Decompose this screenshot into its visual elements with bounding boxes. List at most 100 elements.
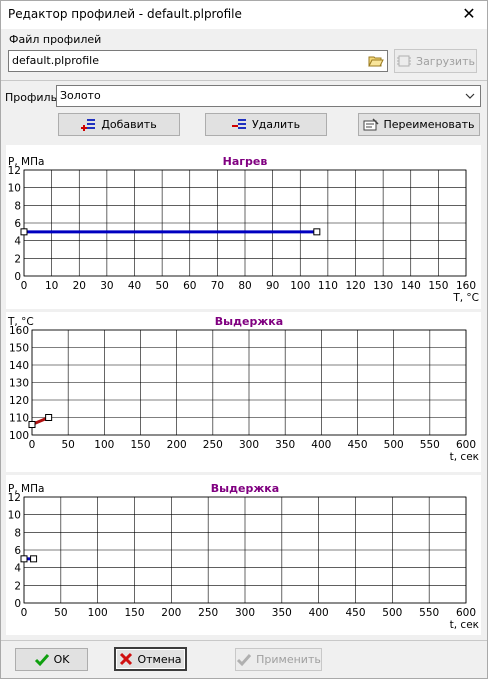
data-point-handle[interactable]	[20, 228, 28, 236]
x-tick-label: 30	[100, 280, 113, 292]
y-tick-label: 10	[8, 510, 21, 522]
y-tick-label: 140	[9, 360, 29, 372]
data-point-handle[interactable]	[20, 555, 28, 563]
x-tick-label: 100	[94, 439, 114, 451]
x-tick-label: 400	[309, 607, 329, 619]
data-point-handle[interactable]	[28, 421, 36, 428]
x-tick-label: 300	[239, 439, 259, 451]
x-axis-label: t, сек	[450, 451, 479, 463]
y-tick-label: 150	[9, 343, 29, 355]
x-tick-label: 400	[311, 439, 331, 451]
cross-icon	[120, 652, 133, 666]
x-tick-label: 350	[272, 607, 292, 619]
x-tick-label: 0	[29, 439, 36, 451]
y-tick-label: 4	[14, 236, 21, 248]
rename-icon	[363, 117, 379, 130]
y-tick-label: 6	[14, 218, 21, 230]
ok-button-label: OK	[53, 653, 70, 666]
ok-button[interactable]: OK	[15, 648, 88, 671]
add-profile-icon	[81, 118, 96, 131]
x-tick-label: 350	[275, 439, 295, 451]
rename-button-label: Переименовать	[383, 118, 475, 131]
x-tick-label: 20	[73, 280, 86, 292]
x-tick-label: 250	[203, 439, 223, 451]
apply-button-label: Применить	[256, 653, 321, 666]
x-tick-label: 50	[61, 439, 74, 451]
data-point-handle[interactable]	[313, 228, 321, 236]
y-axis-label: T, °C	[7, 316, 34, 328]
x-tick-label: 120	[345, 280, 365, 292]
x-tick-label: 0	[21, 280, 28, 292]
x-tick-label: 500	[382, 607, 402, 619]
y-tick-label: 8	[14, 527, 21, 539]
x-tick-label: 130	[373, 280, 393, 292]
x-tick-label: 90	[266, 280, 279, 292]
y-tick-label: 0	[14, 598, 21, 610]
x-tick-label: 80	[238, 280, 251, 292]
chevron-down-icon	[465, 93, 475, 99]
heating-chart: 0 10 20 30 40 50 60 70 80 90 100 110 120 130 140 150 160…	[6, 145, 481, 309]
apply-button[interactable]: Применить	[235, 648, 322, 671]
x-tick-label: 110	[318, 280, 338, 292]
x-tick-label: 500	[384, 439, 404, 451]
x-tick-label: 10	[45, 280, 58, 292]
profile-select[interactable]: Золото	[56, 85, 481, 107]
x-tick-label: 250	[198, 607, 218, 619]
y-tick-label: 4	[14, 563, 21, 575]
y-tick-label: 10	[8, 183, 21, 195]
checkmark-disabled-icon	[237, 653, 252, 666]
add-button[interactable]: Добавить	[58, 113, 180, 136]
y-tick-label: 110	[9, 413, 29, 425]
y-axis-label: P, МПа	[8, 483, 44, 495]
x-tick-label: 50	[54, 607, 67, 619]
x-tick-label: 600	[456, 607, 476, 619]
rename-button[interactable]: Переименовать	[358, 113, 480, 136]
chart-title: Выдержка	[211, 482, 279, 495]
x-tick-label: 150	[124, 607, 144, 619]
x-tick-label: 70	[211, 280, 224, 292]
file-path-input[interactable]: default.plprofile	[8, 50, 388, 72]
profile-editor-window: Редактор профилей - default.plprofile ✕ …	[0, 0, 488, 679]
y-tick-label: 130	[9, 378, 29, 390]
delete-button[interactable]: Удалить	[205, 113, 327, 136]
cancel-button[interactable]: Отмена	[114, 647, 187, 671]
x-tick-label: 160	[456, 280, 476, 292]
profile-select-value: Золото	[60, 89, 101, 102]
x-tick-label: 300	[235, 607, 255, 619]
x-tick-label: 550	[420, 439, 440, 451]
chart-title: Выдержка	[215, 315, 283, 328]
x-tick-label: 600	[456, 439, 476, 451]
data-point-handle[interactable]	[45, 414, 53, 421]
load-button[interactable]: Загрузить	[394, 49, 477, 73]
x-axis-label: T, °C	[452, 292, 479, 304]
cancel-button-label: Отмена	[137, 652, 182, 666]
data-point-handle[interactable]	[30, 555, 38, 563]
y-tick-label: 120	[9, 395, 29, 407]
hold-pressure-chart: 0 50 100 150 200 250 300 350 400 450 500 550 600 0 2 4 6…	[6, 475, 481, 635]
x-tick-label: 100	[290, 280, 310, 292]
footer-divider	[1, 640, 487, 641]
x-tick-label: 150	[130, 439, 150, 451]
x-axis-label: t, сек	[450, 619, 479, 631]
y-tick-label: 100	[9, 430, 29, 442]
delete-button-label: Удалить	[251, 118, 301, 131]
file-path-value: default.plprofile	[12, 54, 99, 67]
y-tick-label: 6	[14, 545, 21, 557]
add-button-label: Добавить	[101, 118, 157, 131]
profile-label: Профиль	[5, 91, 58, 104]
title-bar: Редактор профилей - default.plprofile ✕	[1, 1, 487, 29]
open-folder-icon[interactable]	[368, 54, 384, 68]
y-axis-label: P, МПа	[8, 156, 44, 168]
checkmark-icon	[34, 653, 49, 666]
divider	[1, 80, 487, 81]
load-button-label: Загрузить	[416, 54, 475, 68]
x-tick-label: 450	[347, 439, 367, 451]
close-icon[interactable]: ✕	[457, 3, 481, 27]
chip-icon	[397, 55, 412, 67]
x-tick-label: 450	[345, 607, 365, 619]
delete-profile-icon	[231, 118, 246, 129]
window-title: Редактор профилей - default.plprofile	[8, 7, 242, 21]
x-tick-label: 150	[428, 280, 448, 292]
x-tick-label: 140	[401, 280, 421, 292]
hold-temperature-chart: 0 50 100 150 200 250 300 350 400 450 500 550 600 100 1…	[6, 312, 481, 472]
